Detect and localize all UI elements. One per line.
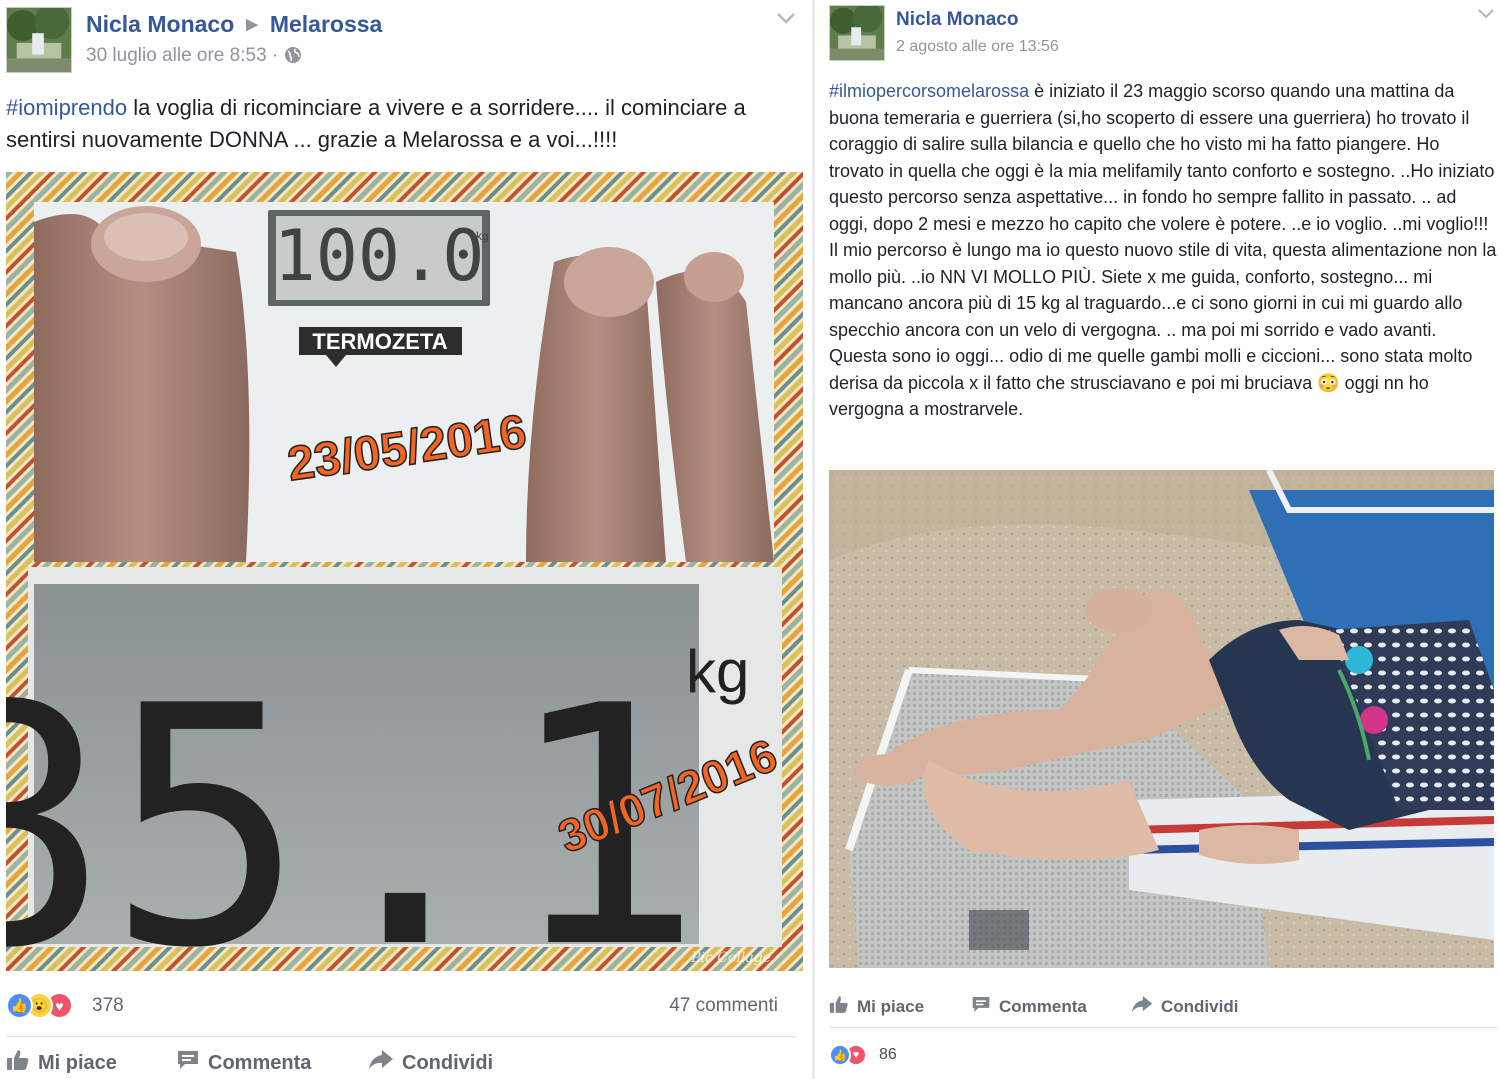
post-meta: 30 luglio alle ore 8:53 · <box>86 45 302 70</box>
unit-top: kg <box>476 229 489 243</box>
like-label: Mi piace <box>38 1051 117 1074</box>
share-button[interactable]: Condividi <box>368 1049 493 1077</box>
brand-logo: TERMOZETA <box>312 329 447 354</box>
divider <box>6 1036 796 1037</box>
thumbs-up-icon: 👍 <box>6 992 33 1019</box>
flushed-emoji-icon: 😳 <box>1317 372 1340 393</box>
author-name[interactable]: Nicla Monaco <box>896 9 1018 31</box>
comment-button[interactable]: Commenta <box>176 1049 368 1077</box>
share-arrow-icon <box>368 1049 394 1077</box>
scale-reading-top: 100.0 <box>274 215 485 297</box>
reaction-count[interactable]: 86 <box>879 1046 897 1064</box>
left-post: Nicla Monaco ▶ Melarossa 30 luglio alle or… <box>0 0 812 1079</box>
reactions-summary[interactable]: 👍 ♥ 86 <box>829 1043 1029 1069</box>
action-bar: Mi piace Commenta Condividi <box>829 995 1238 1019</box>
comment-icon <box>971 995 991 1019</box>
post-timestamp[interactable]: 30 luglio alle ore 8:53 <box>86 45 267 66</box>
reactions-summary[interactable]: 👍 😮 ♥ 378 47 commenti <box>6 988 796 1024</box>
unit-bottom: kg <box>686 638 749 705</box>
post-photo[interactable] <box>829 470 1494 968</box>
post-text: #ilmiopercorsomelarossa è iniziato il 23… <box>829 78 1497 423</box>
thumbs-up-icon: 👍 <box>829 1044 851 1066</box>
post-photo[interactable]: 100.0 kg TERMOZETA 23/05/2016 85.1 kg 30… <box>6 172 803 971</box>
post-text-body: è iniziato il 23 maggio scorso quando un… <box>829 81 1497 393</box>
post-text: #iomiprendo la voglia di ricominciare a … <box>6 92 806 156</box>
hashtag-link[interactable]: #ilmiopercorsomelarossa <box>829 81 1029 101</box>
author-avatar[interactable] <box>6 7 72 73</box>
like-button[interactable]: Mi piace <box>829 995 971 1019</box>
like-button[interactable]: Mi piace <box>6 1049 176 1077</box>
reaction-count[interactable]: 378 <box>92 995 124 1017</box>
comment-button[interactable]: Commenta <box>971 995 1131 1019</box>
author-name[interactable]: Nicla Monaco <box>86 11 234 37</box>
comment-count[interactable]: 47 commenti <box>669 995 778 1017</box>
meta-separator: · <box>271 45 279 66</box>
author-avatar[interactable] <box>829 5 885 61</box>
divider <box>829 1027 1497 1028</box>
watermark: Pic Collage <box>690 950 771 966</box>
thumbs-up-icon <box>6 1049 30 1077</box>
comment-icon <box>176 1049 200 1077</box>
like-label: Mi piace <box>857 997 925 1016</box>
chevron-down-icon[interactable] <box>1477 4 1495 25</box>
comment-label: Commenta <box>999 997 1087 1016</box>
hashtag-link[interactable]: #iomiprendo <box>6 95 127 120</box>
arrow-right-icon: ▶ <box>246 16 258 33</box>
share-button[interactable]: Condividi <box>1131 995 1238 1019</box>
action-bar: Mi piace Commenta Condividi <box>6 1049 493 1077</box>
right-post: Nicla Monaco 2 agosto alle ore 13:56 #il… <box>815 0 1500 1079</box>
chevron-down-icon[interactable] <box>776 8 796 31</box>
author-header: Nicla Monaco ▶ Melarossa <box>86 11 382 38</box>
post-timestamp[interactable]: 2 agosto alle ore 13:56 <box>896 38 1059 56</box>
comment-label: Commenta <box>208 1051 312 1074</box>
group-name[interactable]: Melarossa <box>270 11 383 37</box>
share-label: Condividi <box>1161 997 1239 1016</box>
thumbs-up-icon <box>829 995 849 1019</box>
share-label: Condividi <box>402 1051 494 1074</box>
globe-icon <box>284 46 302 70</box>
share-arrow-icon <box>1131 995 1153 1019</box>
